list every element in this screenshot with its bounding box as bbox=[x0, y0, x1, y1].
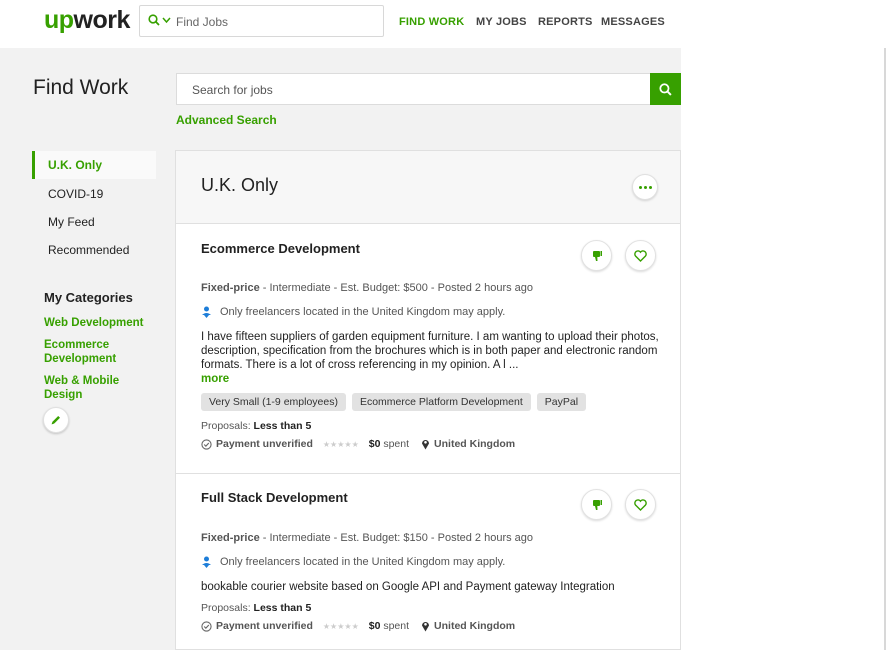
tag-chip[interactable]: Ecommerce Platform Development bbox=[351, 393, 531, 411]
location-restriction-note: Only freelancers located in the United K… bbox=[201, 556, 505, 568]
upwork-logo[interactable]: upwork bbox=[44, 6, 130, 35]
nav-messages[interactable]: MESSAGES bbox=[601, 16, 665, 28]
blank-right-area bbox=[681, 0, 886, 650]
rating-stars-icon: ★★★★★ bbox=[322, 439, 359, 449]
chevron-down-icon[interactable] bbox=[162, 16, 171, 24]
feed-title: U.K. Only bbox=[201, 175, 279, 195]
proposals-label: Proposals: bbox=[201, 602, 254, 614]
tag-chip[interactable]: Very Small (1-9 employees) bbox=[201, 393, 346, 411]
job-feed-panel: U.K. Only Ecommerce Development Fixed-pr… bbox=[175, 150, 681, 650]
rating-stars-icon: ★★★★★ bbox=[322, 621, 359, 631]
search-button[interactable] bbox=[650, 73, 681, 105]
category-web-mobile-design[interactable]: Web & Mobile Design bbox=[44, 374, 134, 402]
heart-icon bbox=[634, 498, 647, 511]
job-description-text: I have fifteen suppliers of garden equip… bbox=[201, 331, 659, 371]
pencil-icon bbox=[51, 416, 60, 425]
tag-chip[interactable]: PayPal bbox=[536, 393, 587, 411]
map-pin-icon bbox=[422, 622, 430, 632]
advanced-search-link[interactable]: Advanced Search bbox=[176, 113, 277, 127]
nav-reports[interactable]: REPORTS bbox=[538, 16, 593, 28]
country-text: United Kingdom bbox=[434, 438, 516, 450]
thumbs-down-icon bbox=[592, 250, 602, 261]
proposals-value: Less than 5 bbox=[253, 602, 312, 614]
thumbs-down-icon bbox=[592, 499, 602, 510]
location-note-text: Only freelancers located in the United K… bbox=[220, 306, 506, 318]
proposals-info: Proposals: Less than 5 bbox=[201, 420, 311, 432]
category-web-development[interactable]: Web Development bbox=[44, 316, 154, 330]
find-jobs-input[interactable] bbox=[176, 12, 376, 32]
job-description: I have fifteen suppliers of garden equip… bbox=[201, 330, 661, 386]
dislike-button[interactable] bbox=[581, 240, 612, 271]
job-description-text: bookable courier website based on Google… bbox=[201, 581, 615, 593]
job-details: - Intermediate - Est. Budget: $150 - Pos… bbox=[259, 532, 534, 544]
job-meta: Fixed-price - Intermediate - Est. Budget… bbox=[201, 282, 533, 294]
search-icon bbox=[659, 82, 672, 96]
top-navigation-bar: upwork FIND WORK MY JOBS REPORTS MESSAGE… bbox=[0, 0, 681, 48]
job-type: Fixed-price bbox=[201, 282, 260, 294]
location-note-text: Only freelancers located in the United K… bbox=[220, 556, 506, 568]
sidebar-item-recommended[interactable]: Recommended bbox=[32, 236, 156, 264]
job-description: bookable courier website based on Google… bbox=[201, 580, 661, 594]
job-type: Fixed-price bbox=[201, 532, 260, 544]
app-window: upwork FIND WORK MY JOBS REPORTS MESSAGE… bbox=[0, 0, 681, 650]
spent-amount: $0 bbox=[368, 438, 381, 450]
more-dots-icon bbox=[643, 185, 647, 189]
job-details: - Intermediate - Est. Budget: $500 - Pos… bbox=[259, 282, 534, 294]
nav-my-jobs[interactable]: MY JOBS bbox=[476, 16, 527, 28]
spent-label: spent bbox=[380, 620, 410, 632]
spent-label: spent bbox=[380, 438, 410, 450]
sidebar-item-uk-only[interactable]: U.K. Only bbox=[32, 151, 156, 179]
job-search-box[interactable] bbox=[176, 73, 681, 105]
payment-status: Payment unverified bbox=[216, 620, 313, 632]
sidebar-item-covid-19[interactable]: COVID-19 bbox=[32, 180, 156, 208]
sidebar-item-my-feed[interactable]: My Feed bbox=[32, 208, 156, 236]
payment-status: Payment unverified bbox=[216, 438, 313, 450]
job-card[interactable]: Full Stack Development Fixed-price - Int… bbox=[176, 474, 680, 649]
category-ecommerce-development[interactable]: Ecommerce Development bbox=[44, 338, 124, 366]
client-country: United Kingdom bbox=[421, 438, 515, 450]
header-search-box[interactable] bbox=[139, 5, 384, 37]
logo-work-text: work bbox=[73, 6, 131, 34]
my-categories-heading: My Categories bbox=[44, 290, 133, 305]
feed-header: U.K. Only bbox=[176, 151, 680, 224]
client-country: United Kingdom bbox=[421, 620, 515, 632]
page-title: Find Work bbox=[33, 76, 129, 99]
proposals-value: Less than 5 bbox=[253, 420, 312, 432]
save-job-button[interactable] bbox=[625, 240, 656, 271]
nav-find-work[interactable]: FIND WORK bbox=[399, 16, 464, 28]
location-restriction-note: Only freelancers located in the United K… bbox=[201, 306, 505, 318]
job-tags: Very Small (1-9 employees) Ecommerce Pla… bbox=[201, 393, 592, 411]
country-text: United Kingdom bbox=[434, 620, 516, 632]
job-meta: Fixed-price - Intermediate - Est. Budget… bbox=[201, 532, 533, 544]
client-spent: $0 spent bbox=[369, 438, 409, 450]
client-spent: $0 spent bbox=[369, 620, 409, 632]
location-person-icon bbox=[202, 556, 211, 568]
check-circle-icon bbox=[201, 438, 212, 450]
job-card[interactable]: Ecommerce Development Fixed-price - Inte… bbox=[176, 224, 680, 473]
dislike-button[interactable] bbox=[581, 489, 612, 520]
logo-up-text: up bbox=[44, 6, 74, 34]
save-job-button[interactable] bbox=[625, 489, 656, 520]
check-circle-icon bbox=[201, 620, 212, 632]
proposals-info: Proposals: Less than 5 bbox=[201, 602, 311, 614]
edit-categories-button[interactable] bbox=[43, 407, 69, 433]
client-info: Payment unverified ★★★★★ $0 spent United… bbox=[201, 438, 515, 450]
job-title[interactable]: Full Stack Development bbox=[201, 490, 348, 505]
proposals-label: Proposals: bbox=[201, 420, 254, 432]
more-dots-icon bbox=[648, 185, 652, 189]
more-dots-icon bbox=[638, 185, 642, 189]
more-link[interactable]: more bbox=[201, 373, 229, 385]
client-info: Payment unverified ★★★★★ $0 spent United… bbox=[201, 620, 515, 632]
search-jobs-input[interactable] bbox=[192, 81, 632, 99]
spent-amount: $0 bbox=[368, 620, 381, 632]
job-title[interactable]: Ecommerce Development bbox=[201, 241, 360, 256]
location-person-icon bbox=[202, 306, 211, 318]
map-pin-icon bbox=[422, 440, 430, 450]
heart-icon bbox=[634, 249, 647, 262]
feed-options-button[interactable] bbox=[632, 174, 658, 200]
search-icon[interactable] bbox=[148, 14, 160, 26]
